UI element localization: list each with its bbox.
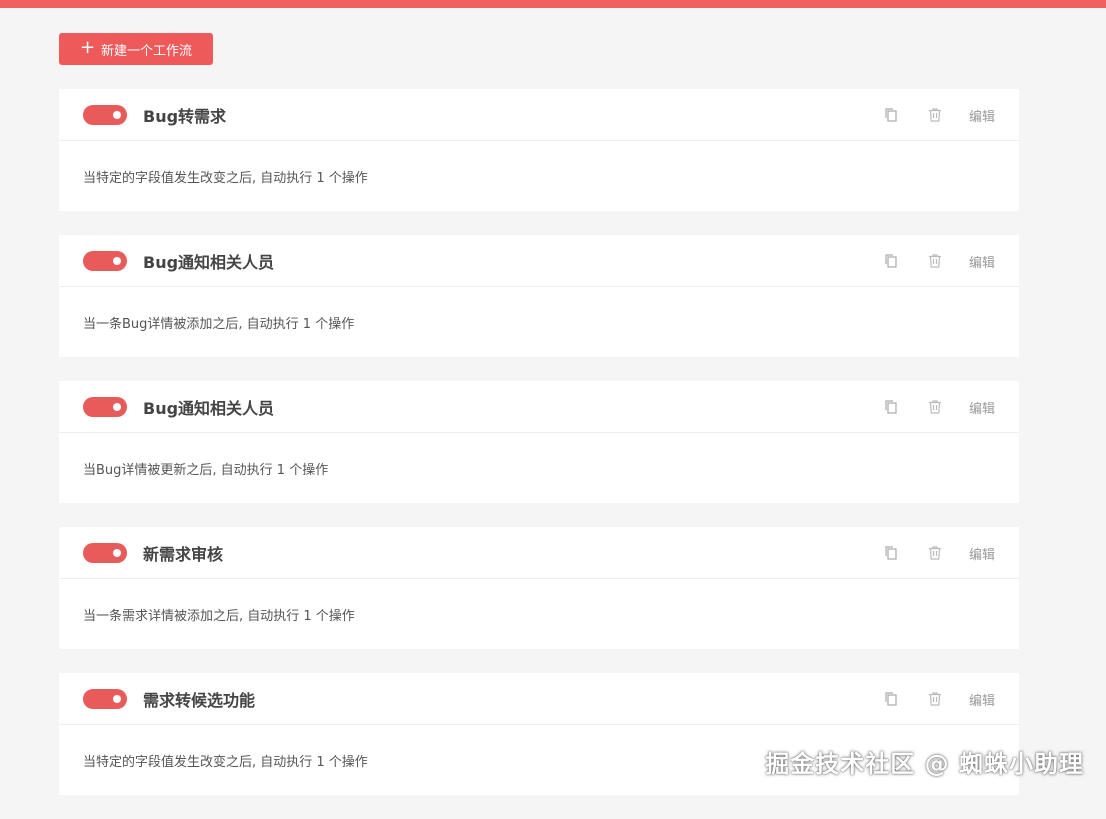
copy-icon[interactable] — [881, 397, 901, 417]
workflow-actions: 编辑 — [881, 105, 995, 125]
toggle-knob — [113, 549, 121, 557]
toggle-knob — [113, 257, 121, 265]
trash-icon[interactable] — [925, 397, 945, 417]
new-workflow-label: 新建一个工作流 — [101, 43, 193, 59]
workflow-card-header: 新需求审核 编辑 — [59, 527, 1019, 579]
workflow-card-header: Bug转需求 编辑 — [59, 89, 1019, 141]
trash-icon[interactable] — [925, 105, 945, 125]
edit-link[interactable]: 编辑 — [969, 690, 995, 709]
workflow-description: 当特定的字段值发生改变之后, 自动执行 1 个操作 — [83, 170, 368, 186]
enable-toggle[interactable] — [83, 397, 127, 417]
trash-icon[interactable] — [925, 251, 945, 271]
toggle-knob — [113, 403, 121, 411]
workflow-card-header: Bug通知相关人员 编辑 — [59, 381, 1019, 433]
workflow-actions: 编辑 — [881, 689, 995, 709]
enable-toggle[interactable] — [83, 105, 127, 125]
edit-link[interactable]: 编辑 — [969, 252, 995, 271]
workflow-card-header: Bug通知相关人员 编辑 — [59, 235, 1019, 287]
trash-icon[interactable] — [925, 543, 945, 563]
edit-link[interactable]: 编辑 — [969, 398, 995, 417]
workflow-card: Bug通知相关人员 编辑 当Bug详情被更新之后, 自动执行 1 个操作 — [59, 381, 1019, 503]
workflow-actions: 编辑 — [881, 543, 995, 563]
workflow-title: Bug通知相关人员 — [143, 253, 275, 272]
edit-link[interactable]: 编辑 — [969, 106, 995, 125]
workflow-card: 新需求审核 编辑 当一条需求详情被添加之后, 自动执行 1 个操作 — [59, 527, 1019, 649]
workflow-description: 当Bug详情被更新之后, 自动执行 1 个操作 — [83, 462, 329, 478]
watermark: 掘金技术社区 @ 蜘蛛小助理 — [765, 750, 1084, 778]
edit-link[interactable]: 编辑 — [969, 544, 995, 563]
enable-toggle[interactable] — [83, 689, 127, 709]
plus-icon: + — [79, 37, 96, 58]
workflow-title: 新需求审核 — [143, 545, 224, 564]
workflow-card: Bug通知相关人员 编辑 当一条Bug详情被添加之后, 自动执行 1 个操作 — [59, 235, 1019, 357]
workflow-card-header: 需求转候选功能 编辑 — [59, 673, 1019, 725]
workflow-list: Bug转需求 编辑 当特定的字段值发生改变之后, 自动执行 1 个操作 Bug通… — [59, 89, 1019, 819]
toggle-knob — [113, 695, 121, 703]
workflow-title: 需求转候选功能 — [143, 691, 256, 710]
trash-icon[interactable] — [925, 689, 945, 709]
copy-icon[interactable] — [881, 251, 901, 271]
top-accent-bar — [0, 0, 1106, 8]
copy-icon[interactable] — [881, 105, 901, 125]
workflow-card: Bug转需求 编辑 当特定的字段值发生改变之后, 自动执行 1 个操作 — [59, 89, 1019, 211]
enable-toggle[interactable] — [83, 543, 127, 563]
workflow-actions: 编辑 — [881, 397, 995, 417]
enable-toggle[interactable] — [83, 251, 127, 271]
toggle-knob — [113, 111, 121, 119]
copy-icon[interactable] — [881, 543, 901, 563]
new-workflow-button[interactable]: + 新建一个工作流 — [59, 33, 213, 65]
workflow-description: 当一条Bug详情被添加之后, 自动执行 1 个操作 — [83, 316, 355, 332]
workflow-actions: 编辑 — [881, 251, 995, 271]
workflow-title: Bug转需求 — [143, 107, 227, 126]
workflow-description: 当一条需求详情被添加之后, 自动执行 1 个操作 — [83, 608, 355, 624]
copy-icon[interactable] — [881, 689, 901, 709]
workflow-title: Bug通知相关人员 — [143, 399, 275, 418]
